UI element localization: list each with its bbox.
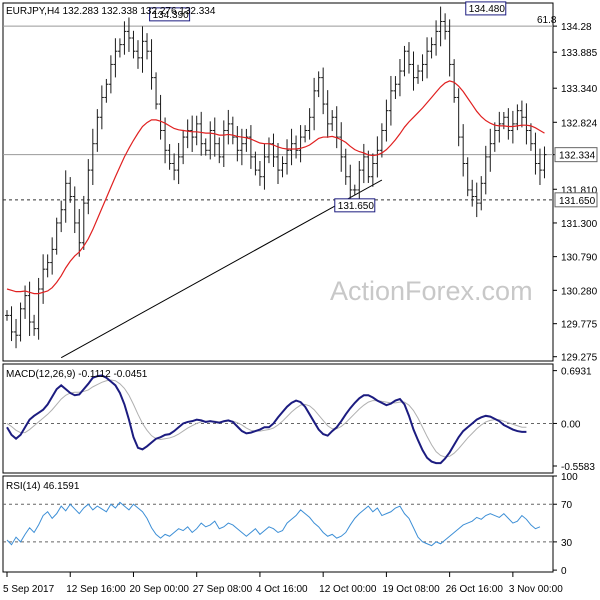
x-axis-tick-label: 12 Oct 00:00: [319, 584, 377, 595]
price-y-tick-label: 133.340: [561, 84, 598, 95]
x-axis-tick-label: 26 Oct 16:00: [446, 584, 504, 595]
price-y-tick-label: 133.885: [561, 48, 598, 59]
x-axis-tick-label: 12 Sep 16:00: [66, 584, 126, 595]
x-axis-tick-label: 27 Sep 08:00: [193, 584, 253, 595]
current-price-label: 132.334: [559, 151, 596, 162]
price-y-tick-label: 129.775: [561, 320, 598, 331]
x-axis-tick-label: 20 Sep 00:00: [129, 584, 189, 595]
price-annotation-label: 134.480: [469, 4, 506, 15]
price-annotation-label: 131.650: [338, 201, 375, 212]
price-y-tick-label: 134.28: [561, 22, 592, 33]
fib-level-label: 61.8: [537, 15, 557, 26]
rsi-title: RSI(14) 46.1591: [6, 481, 80, 492]
price-y-tick-label: 129.275: [561, 353, 598, 364]
x-axis-tick-label: 4 Oct 16:00: [256, 584, 308, 595]
x-axis-tick-label: 5 Sep 2017: [3, 584, 55, 595]
macd-y-tick-label: 0.00: [561, 419, 581, 430]
rsi-y-tick-label: 70: [561, 500, 573, 511]
macd-y-tick-label: 0.6931: [561, 367, 592, 378]
rsi-y-tick-label: 30: [561, 538, 573, 549]
price-y-tick-label: 132.824: [561, 118, 598, 129]
x-axis-tick-label: 3 Nov 00:00: [509, 584, 563, 595]
price-y-tick-label: 131.300: [561, 219, 598, 230]
price-y-tick-label: 130.790: [561, 253, 598, 264]
watermark: ActionForex.com: [330, 276, 533, 306]
rsi-y-tick-label: 0: [561, 566, 567, 577]
rsi-y-tick-label: 100: [561, 472, 578, 483]
support-level-label: 131.650: [559, 196, 596, 207]
x-axis-tick-label: 19 Oct 08:00: [382, 584, 440, 595]
eurjpy-h4-chart: ActionForex.com 61.8134.390134.480131.65…: [0, 0, 600, 600]
price-y-tick-label: 130.280: [561, 286, 598, 297]
chart-title: EURJPY,H4 132.283 132.338 132.276 132.33…: [6, 6, 216, 17]
macd-title: MACD(12,26,9) -0.1112 -0.0451: [6, 369, 148, 380]
